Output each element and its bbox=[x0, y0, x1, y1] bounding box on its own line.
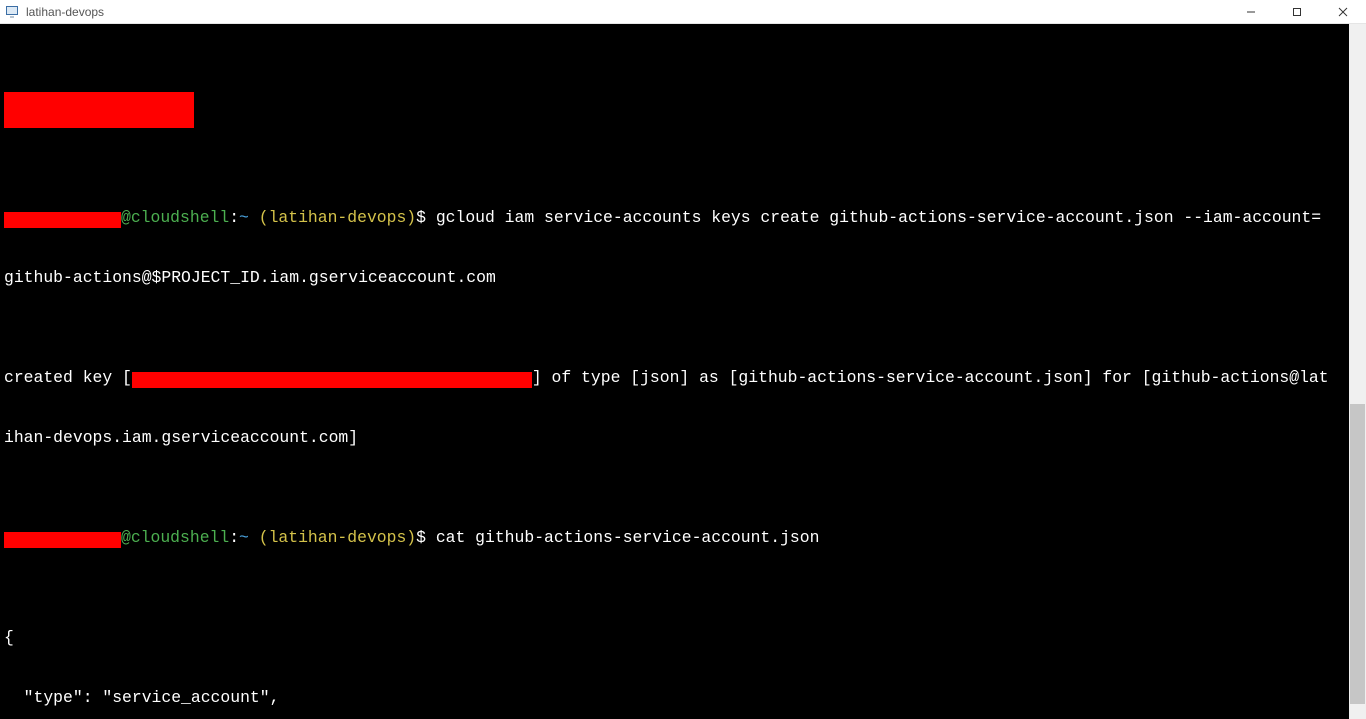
terminal-line: github-actions@$PROJECT_ID.iam.gservicea… bbox=[4, 268, 1362, 288]
terminal-line: { bbox=[4, 628, 1362, 648]
terminal-line: @cloudshell:~ (latihan-devops)$ cat gith… bbox=[4, 528, 1362, 548]
terminal-line: created key [] of type [json] as [github… bbox=[4, 368, 1362, 388]
redaction-box bbox=[4, 532, 121, 548]
putty-icon bbox=[4, 4, 20, 20]
maximize-button[interactable] bbox=[1274, 0, 1320, 24]
terminal-line: "type": "service_account", bbox=[4, 688, 1362, 708]
window-controls bbox=[1228, 0, 1366, 24]
titlebar[interactable]: latihan-devops bbox=[0, 0, 1366, 24]
close-button[interactable] bbox=[1320, 0, 1366, 24]
terminal-line: ihan-devops.iam.gserviceaccount.com] bbox=[4, 428, 1362, 448]
redaction-box bbox=[4, 92, 194, 128]
minimize-button[interactable] bbox=[1228, 0, 1274, 24]
putty-window: latihan-devops @cloudshell:~ (latihan-de… bbox=[0, 0, 1366, 719]
redaction-box bbox=[4, 212, 121, 228]
scrollbar[interactable] bbox=[1349, 24, 1366, 719]
terminal-area[interactable]: @cloudshell:~ (latihan-devops)$ gcloud i… bbox=[0, 24, 1366, 719]
terminal-line: @cloudshell:~ (latihan-devops)$ gcloud i… bbox=[4, 208, 1362, 228]
window-title: latihan-devops bbox=[26, 5, 1228, 19]
redaction-box bbox=[132, 372, 532, 388]
scrollbar-thumb[interactable] bbox=[1350, 404, 1365, 704]
